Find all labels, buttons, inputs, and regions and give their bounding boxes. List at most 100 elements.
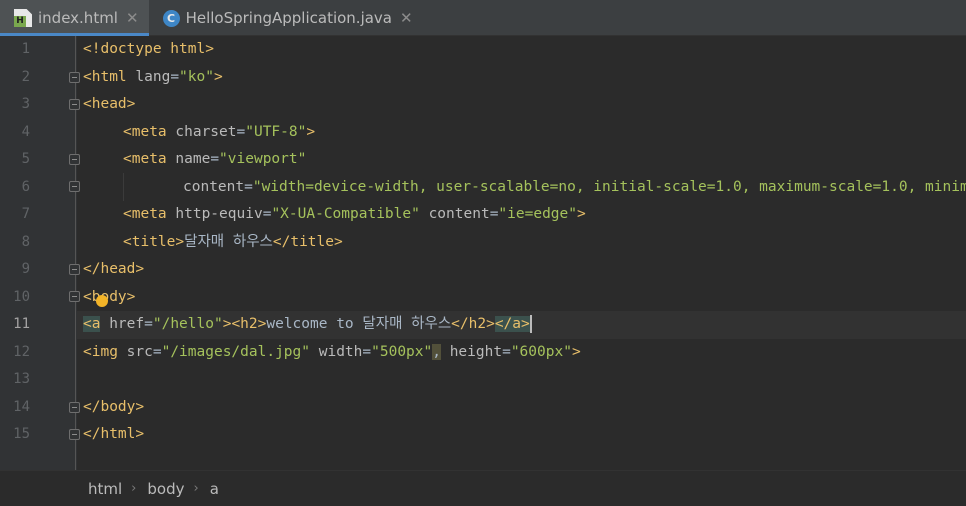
intention-bulb-icon[interactable] [96,295,108,307]
code-line-8[interactable]: <title>달자매 하우스</title> [77,229,966,257]
title-text: 달자매 하우스 [184,233,273,250]
attribute-name: width [318,343,363,360]
code-line-13[interactable] [77,366,966,394]
attribute-name: lang [135,68,171,85]
title-tag-close: </title> [272,233,343,250]
line-number: 15 [13,426,30,442]
attribute-value: "500px" [371,343,433,360]
html-file-icon [14,9,32,27]
line-number-current: 11 [13,316,30,332]
meta-tag: <meta [123,123,176,140]
code-line-9[interactable]: </head> [77,256,966,284]
html-tag-close: </html> [83,426,145,442]
attribute-name: content [428,206,490,222]
heading-text: welcome to 달자매 하우스 [266,316,452,332]
attribute-value: "ko" [179,68,214,85]
h2-tag-open: <h2> [231,316,267,332]
breadcrumb: html › body › a [0,470,966,506]
line-number: 5 [21,151,30,167]
attribute-value: "width=device-width, user-scalable=no, i… [252,178,966,195]
code-line-4[interactable]: <meta charset="UTF-8"> [77,119,966,147]
close-icon[interactable]: ✕ [400,9,413,27]
java-class-icon: C [162,9,180,27]
attribute-name: href [109,316,145,332]
attribute-name: charset [175,123,237,140]
attribute-value: "UTF-8" [245,123,307,140]
breadcrumb-item-html[interactable]: html [88,480,122,498]
code-line-5[interactable]: <meta name="viewport" [77,146,966,174]
attribute-name: src [126,343,153,360]
tab-label: index.html [38,9,118,27]
attribute-name: height [449,343,503,360]
anchor-tag-open: <a [83,316,101,332]
equals: = [170,68,180,85]
tab-index-html[interactable]: index.html ✕ [0,0,149,36]
head-tag-close: </head> [83,261,145,277]
line-number: 4 [21,123,30,140]
line-number: 1 [21,41,30,57]
attribute-name: content [183,178,245,195]
code-line-7[interactable]: <meta http-equiv="X-UA-Compatible" conte… [77,201,966,229]
code-line-1[interactable]: <!doctype html> [77,36,966,64]
code-line-10[interactable]: <body> [77,284,966,312]
anchor-tag-close: </a> [494,316,530,332]
title-tag-open: <title> [123,233,185,250]
attribute-value: "viewport" [219,151,307,167]
line-number: 12 [13,343,30,360]
line-number: 2 [21,68,30,85]
code-line-2[interactable]: <html lang="ko"> [77,64,966,92]
tag-close-bracket: > [577,206,586,222]
tag-close-bracket: > [306,123,316,140]
code-line-12[interactable]: <img src="/images/dal.jpg" width="500px"… [77,339,966,367]
close-icon[interactable]: ✕ [126,9,139,27]
attribute-value: "X-UA-Compatible" [271,206,420,222]
code-line-15[interactable]: </html> [77,421,966,449]
equals: = [144,316,153,332]
body-tag-open: <body> [83,288,136,305]
line-number: 8 [21,233,30,250]
line-number-gutter[interactable]: 1 2 3 4 5 6 7 8 9 10 11 12 13 14 15 [0,36,80,470]
warning-comma[interactable]: , [432,343,441,360]
line-number: 7 [21,206,30,222]
equals: = [236,123,246,140]
code-line-11-current[interactable]: <a href="/hello"><h2>welcome to 달자매 하우스<… [77,311,966,339]
code-line-14[interactable]: </body> [77,394,966,422]
text-caret [529,315,532,333]
doctype-tag: <!doctype html> [83,41,214,57]
equals: = [152,343,162,360]
tab-hello-spring-application[interactable]: C HelloSpringApplication.java ✕ [149,0,423,36]
equals: = [502,343,511,360]
equals: = [210,151,220,167]
breadcrumb-separator-icon: › [131,481,137,496]
line-number: 10 [13,288,30,305]
attribute-name: http-equiv [175,206,263,222]
line-number: 14 [13,398,30,415]
meta-tag: <meta [123,206,176,222]
attribute-value: "600px" [510,343,572,360]
h2-tag-close: </h2> [451,316,495,332]
breadcrumb-item-a[interactable]: a [210,480,219,498]
attribute-value: "/hello" [152,316,223,332]
equals: = [244,178,253,195]
breadcrumb-separator-icon: › [193,481,199,496]
tag-close-bracket: > [571,343,581,360]
tab-label: HelloSpringApplication.java [185,9,392,27]
code-line-6[interactable]: content="width=device-width, user-scalab… [77,174,966,202]
attribute-value: "/images/dal.jpg" [161,343,310,360]
code-editor[interactable]: <!doctype html> <html lang="ko"> <head> … [77,36,966,470]
head-tag-open: <head> [83,96,136,112]
html-tag-open: <html [83,68,136,85]
line-number: 13 [13,371,30,387]
code-line-3[interactable]: <head> [77,91,966,119]
img-tag: <img [83,343,127,360]
tag-close-bracket: > [213,68,223,85]
editor-tab-bar: index.html ✕ C HelloSpringApplication.ja… [0,0,966,36]
breadcrumb-item-body[interactable]: body [147,480,184,498]
meta-tag: <meta [123,151,176,167]
line-number: 3 [21,96,30,112]
line-number: 6 [21,178,30,195]
